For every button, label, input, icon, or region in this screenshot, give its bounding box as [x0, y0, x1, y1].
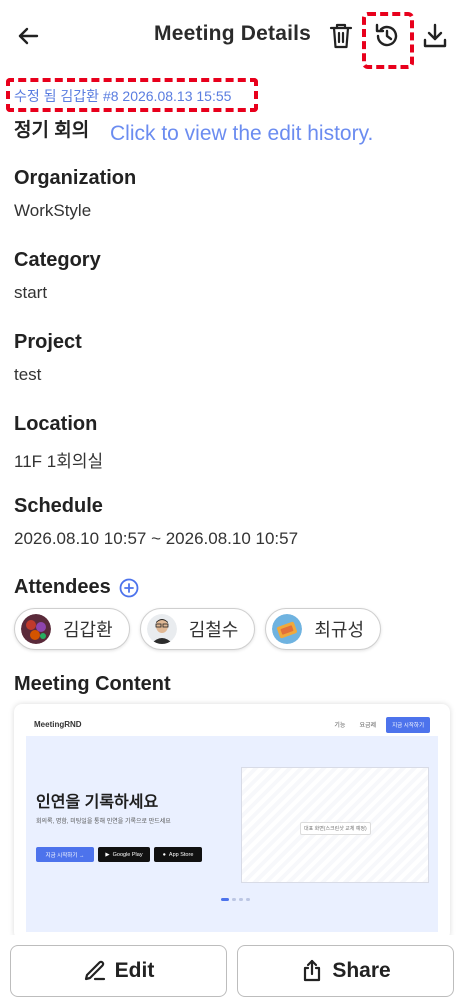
- add-attendee-icon[interactable]: [119, 578, 139, 598]
- edit-button-label: Edit: [114, 959, 155, 982]
- preview-cta: 지금 시작하기: [386, 717, 430, 733]
- preview-screenshot-placeholder: 대표 화면(스크린샷 교체 예정): [241, 767, 429, 883]
- meeting-content-preview[interactable]: MeetingRND 기능 요금제 지금 시작하기 인연을 기록하세요 회의록,…: [14, 704, 450, 940]
- preview-nav-item: 요금제: [359, 723, 376, 729]
- schedule-label: Schedule: [14, 495, 103, 517]
- preview-nav: 기능 요금제: [334, 720, 376, 729]
- preview-subtext: 회의록, 명함, 미팅일을 통해 인연을 기록으로 만드세요: [36, 819, 171, 825]
- location-value: 11F 1회의실: [14, 452, 104, 471]
- meeting-content-label: Meeting Content: [14, 673, 171, 695]
- share-button[interactable]: Share: [237, 945, 454, 997]
- preview-placeholder-label: 대표 화면(스크린샷 교체 예정): [300, 822, 371, 835]
- category-value: start: [14, 283, 48, 302]
- history-button[interactable]: [371, 20, 403, 52]
- preview-app-store-label: App Store: [168, 851, 194, 858]
- download-button[interactable]: [419, 20, 451, 52]
- schedule-value: 2026.08.10 10:57 ~ 2026.08.10 10:57: [14, 529, 299, 548]
- trash-icon: [329, 23, 353, 49]
- share-icon: [304, 959, 321, 982]
- preview-app-store-button: ● App Store: [154, 847, 202, 862]
- attendee-chip[interactable]: 김갑환: [14, 608, 130, 650]
- attendee-name: 김갑환: [63, 620, 113, 640]
- edit-button[interactable]: Edit: [10, 945, 227, 997]
- edit-history-link[interactable]: 수정 됨 김갑환 #8 2026.08.13 15:55: [14, 86, 231, 106]
- attendees-label: Attendees: [14, 576, 111, 598]
- history-icon: [375, 23, 398, 47]
- attendee-chip[interactable]: 김철수: [139, 608, 256, 650]
- apple-icon: ●: [162, 851, 166, 858]
- attendees-header: Attendees: [14, 576, 139, 599]
- annotation-tooltip: Click to view the edit history.: [110, 122, 374, 145]
- organization-label: Organization: [14, 167, 137, 189]
- meeting-title: 정기 회의: [14, 120, 90, 141]
- location-label: Location: [14, 413, 98, 435]
- share-button-label: Share: [332, 959, 391, 982]
- attendee-name: 최규성: [314, 620, 365, 640]
- top-bar: Meeting Details: [0, 0, 464, 72]
- category-label: Category: [14, 249, 101, 271]
- download-icon: [423, 23, 447, 48]
- preview-nav-item: 기능: [334, 723, 346, 729]
- project-value: test: [14, 365, 42, 384]
- play-icon: ▶: [105, 851, 110, 858]
- avatar: [146, 614, 177, 644]
- attendee-name: 김철수: [188, 620, 239, 640]
- avatar: [21, 614, 51, 644]
- delete-button[interactable]: [325, 20, 357, 52]
- preview-carousel-dots: [221, 898, 250, 901]
- preview-start-button: 지금 시작하기 →: [36, 847, 94, 862]
- page-title: Meeting Details: [154, 22, 312, 45]
- avatar: [272, 614, 303, 644]
- organization-value: WorkStyle: [14, 201, 92, 220]
- preview-logo: MeetingRND: [34, 719, 82, 729]
- project-label: Project: [14, 331, 82, 353]
- attendee-chip[interactable]: 최규성: [265, 608, 382, 650]
- arrow-left-icon: [18, 27, 39, 45]
- back-button[interactable]: [14, 22, 42, 50]
- preview-google-play-button: ▶ Google Play: [98, 847, 150, 862]
- preview-hero: 인연을 기록하세요 회의록, 명함, 미팅일을 통해 인연을 기록으로 만드세요…: [26, 736, 438, 932]
- bottom-action-bar: Edit Share: [0, 935, 464, 1005]
- attendee-list: 김갑환 김철수 최규성: [14, 608, 382, 650]
- preview-heading: 인연을 기록하세요: [36, 794, 159, 811]
- pencil-icon: [84, 960, 105, 981]
- preview-google-play-label: Google Play: [112, 851, 143, 858]
